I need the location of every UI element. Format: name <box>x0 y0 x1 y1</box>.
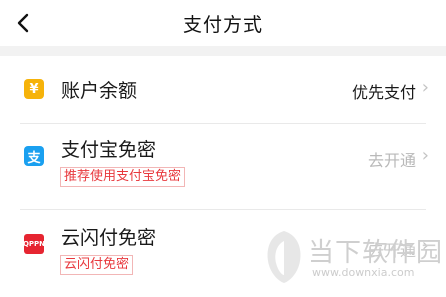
payment-method-balance[interactable]: ¥ 账户余额 优先支付 › <box>0 56 446 123</box>
alipay-icon: 支 <box>24 146 44 166</box>
method-label: 账户余额 <box>61 80 138 102</box>
balance-icon: ¥ <box>24 79 44 99</box>
method-action: 优先支付 <box>351 83 416 102</box>
method-tag: 云闪付免密 <box>60 255 134 275</box>
method-label: 云闪付免密 <box>61 227 157 249</box>
method-tag: 推荐使用支付宝免密 <box>60 167 186 187</box>
page-title: 支付方式 <box>182 14 263 36</box>
method-action: 去开通 <box>367 151 416 170</box>
payment-method-alipay[interactable]: 支 支付宝免密 推荐使用支付宝免密 去开通 › <box>0 123 446 209</box>
watermark-text: 当下软件园 <box>308 238 444 268</box>
unionpay-icon: QPPN <box>23 234 45 254</box>
method-label: 支付宝免密 <box>61 139 157 161</box>
chevron-right-icon: › <box>421 145 429 166</box>
top-bar: 支付方式 <box>0 0 446 46</box>
chevron-right-icon: › <box>421 77 429 98</box>
watermark-logo-icon <box>267 231 301 283</box>
watermark-url: www.downxia.com <box>312 266 415 279</box>
